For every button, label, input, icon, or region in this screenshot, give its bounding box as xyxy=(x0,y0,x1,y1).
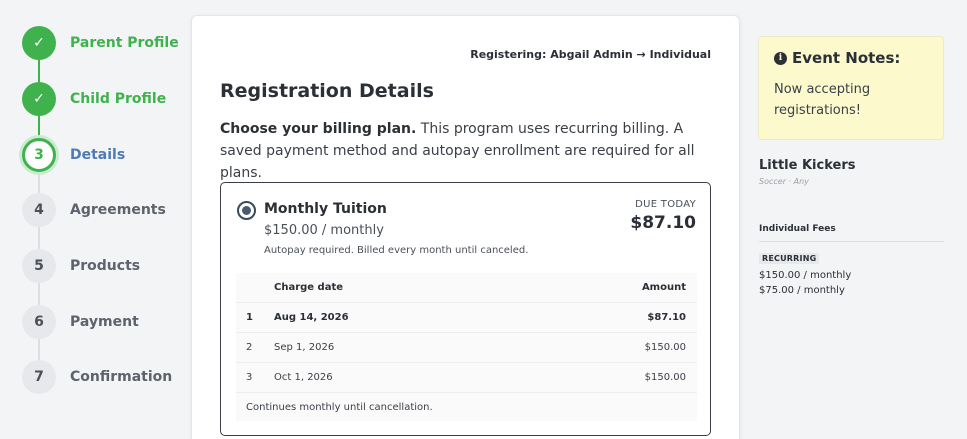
page-title: Registration Details xyxy=(220,80,434,102)
event-notes-text: Now accepting registrations! xyxy=(774,82,871,118)
intro-bold: Choose your billing plan. xyxy=(220,121,417,137)
step-number: 6 xyxy=(22,305,56,339)
recurring-badge: RECURRING xyxy=(759,253,820,264)
step-number: 3 xyxy=(22,138,56,172)
step-label: Parent Profile xyxy=(70,35,179,51)
event-notes-panel: i Event Notes: Now accepting registratio… xyxy=(758,36,944,140)
step-label: Agreements xyxy=(70,202,166,218)
step-connector xyxy=(38,60,40,82)
divider xyxy=(759,241,944,242)
step-number: 4 xyxy=(22,193,56,227)
step-label: Details xyxy=(70,147,126,163)
fee-line: $150.00 / monthly xyxy=(759,270,852,281)
row-number: 1 xyxy=(246,312,253,323)
row-amount: $150.00 xyxy=(644,372,686,383)
due-today-label: DUE TODAY xyxy=(635,199,696,210)
step-connector xyxy=(38,172,40,194)
row-amount: $87.10 xyxy=(647,312,686,323)
schedule-footer: Continues monthly until cancellation. xyxy=(246,401,433,413)
step-label: Payment xyxy=(70,314,139,330)
charge-schedule-table: Charge date Amount 1 Aug 14, 2026 $87.10… xyxy=(236,273,697,421)
due-today-amount: $87.10 xyxy=(630,213,696,233)
step-label: Child Profile xyxy=(70,91,167,107)
plan-note: Autopay required. Billed every month unt… xyxy=(264,245,529,256)
table-row: 2 Sep 1, 2026 $150.00 xyxy=(236,333,697,363)
step-parent-profile[interactable]: ✓ Parent Profile xyxy=(22,26,179,60)
row-date: Aug 14, 2026 xyxy=(274,312,349,323)
program-name: Little Kickers xyxy=(759,158,856,173)
notes-title-text: Event Notes: xyxy=(792,49,901,67)
plan-price: $150.00 / monthly xyxy=(264,223,384,238)
plan-option-monthly-tuition[interactable]: Monthly Tuition $150.00 / monthly Autopa… xyxy=(220,182,711,436)
check-icon: ✓ xyxy=(22,82,56,116)
step-child-profile[interactable]: ✓ Child Profile xyxy=(22,82,166,116)
billing-intro: Choose your billing plan. This program u… xyxy=(220,118,710,184)
row-amount: $150.00 xyxy=(644,342,686,353)
plan-radio[interactable] xyxy=(237,201,256,220)
step-label: Products xyxy=(70,258,141,274)
header-amount: Amount xyxy=(641,282,686,293)
event-notes-title: i Event Notes: xyxy=(774,49,928,67)
step-number: 7 xyxy=(22,360,56,394)
step-payment: 6 Payment xyxy=(22,305,139,339)
row-number: 2 xyxy=(246,342,253,353)
table-row: 3 Oct 1, 2026 $150.00 xyxy=(236,363,697,393)
step-confirmation: 7 Confirmation xyxy=(22,360,172,394)
step-products: 5 Products xyxy=(22,249,140,283)
row-date: Sep 1, 2026 xyxy=(274,342,335,353)
plan-name: Monthly Tuition xyxy=(264,201,387,217)
step-details[interactable]: 3 Details xyxy=(22,138,125,172)
check-icon: ✓ xyxy=(22,26,56,60)
fee-line: $75.00 / monthly xyxy=(759,285,845,296)
step-connector xyxy=(38,283,40,305)
row-date: Oct 1, 2026 xyxy=(274,372,333,383)
row-number: 3 xyxy=(246,372,253,383)
step-label: Confirmation xyxy=(70,369,173,385)
table-header: Charge date Amount xyxy=(236,273,697,303)
step-agreements: 4 Agreements xyxy=(22,193,166,227)
table-row: 1 Aug 14, 2026 $87.10 xyxy=(236,303,697,333)
step-connector xyxy=(38,339,40,361)
program-subtitle: Soccer · Any xyxy=(759,177,809,186)
info-icon: i xyxy=(774,51,787,65)
registration-card: Registering: Abgail Admin → Individual R… xyxy=(191,15,740,439)
registering-summary: Registering: Abgail Admin → Individual xyxy=(470,48,711,61)
step-connector xyxy=(38,227,40,249)
header-charge-date: Charge date xyxy=(274,282,344,293)
fees-title: Individual Fees xyxy=(759,224,836,234)
step-connector xyxy=(38,116,40,138)
step-number: 5 xyxy=(22,249,56,283)
